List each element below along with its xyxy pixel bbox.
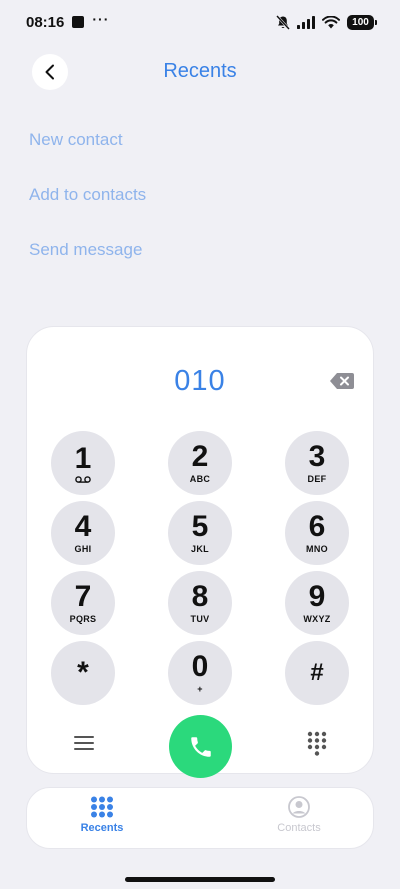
voicemail-icon bbox=[75, 475, 91, 483]
key-letters: PQRS bbox=[69, 613, 97, 624]
key-hash[interactable]: # bbox=[285, 641, 349, 705]
key-star[interactable]: * bbox=[51, 641, 115, 705]
dialer-actions bbox=[27, 715, 373, 778]
key-letters: DEF bbox=[307, 473, 327, 484]
tab-contacts-label: Contacts bbox=[277, 822, 321, 834]
add-to-contacts-link[interactable]: Add to contacts bbox=[29, 175, 146, 230]
new-contact-link[interactable]: New contact bbox=[29, 120, 146, 175]
signal-icon bbox=[297, 15, 315, 29]
key-letters: JKL bbox=[191, 543, 209, 554]
key-digit: 2 bbox=[191, 439, 209, 473]
status-left: 08:16 ··· bbox=[26, 11, 110, 31]
backspace-icon[interactable] bbox=[329, 372, 355, 390]
status-right: 100 bbox=[276, 14, 377, 30]
dialpad-toggle-icon[interactable] bbox=[306, 731, 328, 757]
key-digit: 9 bbox=[308, 579, 326, 613]
tab-recents[interactable]: Recents bbox=[52, 796, 152, 834]
header: Recents bbox=[0, 50, 400, 94]
key-letters: GHI bbox=[74, 543, 92, 554]
tab-recents-label: Recents bbox=[80, 822, 124, 834]
key-0[interactable]: 0 + bbox=[168, 641, 232, 705]
key-4[interactable]: 4 GHI bbox=[51, 501, 115, 565]
keypad-dots-icon bbox=[91, 796, 113, 818]
key-2[interactable]: 2 ABC bbox=[168, 431, 232, 495]
dialed-number: 010 bbox=[174, 365, 226, 397]
menu-icon[interactable] bbox=[73, 734, 95, 752]
notification-square-icon bbox=[72, 16, 85, 28]
key-1[interactable]: 1 bbox=[51, 431, 115, 495]
status-bar: 08:16 ··· 100 bbox=[0, 0, 400, 44]
key-8[interactable]: 8 TUV bbox=[168, 571, 232, 635]
key-7[interactable]: 7 PQRS bbox=[51, 571, 115, 635]
key-digit: 6 bbox=[308, 509, 326, 543]
key-6[interactable]: 6 MNO bbox=[285, 501, 349, 565]
key-digit: # bbox=[310, 659, 324, 686]
key-5[interactable]: 5 JKL bbox=[168, 501, 232, 565]
send-message-link[interactable]: Send message bbox=[29, 230, 146, 285]
key-digit: 7 bbox=[74, 579, 92, 613]
key-letters: WXYZ bbox=[303, 613, 331, 624]
key-digit: 1 bbox=[74, 441, 92, 475]
bottom-tab-bar: Recents Contacts bbox=[26, 787, 374, 849]
page-title: Recents bbox=[163, 60, 237, 82]
call-button[interactable] bbox=[169, 715, 232, 778]
battery-icon: 100 bbox=[347, 14, 377, 30]
home-indicator[interactable] bbox=[125, 877, 275, 882]
key-digit: 5 bbox=[191, 509, 209, 543]
keypad: 1 2 ABC 3 DEF 4 GHI 5 JKL 6 MNO 7 PQRS 8… bbox=[51, 431, 349, 705]
status-time: 08:16 bbox=[26, 13, 65, 31]
dialer-panel: 010 1 2 ABC 3 DEF 4 GHI 5 JKL 6 MNO 7 PQ… bbox=[26, 326, 374, 778]
key-digit: * bbox=[77, 656, 89, 689]
key-letters: + bbox=[197, 683, 203, 694]
key-3[interactable]: 3 DEF bbox=[285, 431, 349, 495]
key-digit: 3 bbox=[308, 439, 326, 473]
key-digit: 4 bbox=[74, 509, 92, 543]
status-more-dots: ··· bbox=[92, 11, 110, 27]
tab-contacts[interactable]: Contacts bbox=[249, 796, 349, 834]
key-digit: 0 bbox=[191, 649, 209, 683]
person-icon bbox=[288, 796, 310, 818]
phone-icon bbox=[190, 736, 211, 757]
wifi-icon bbox=[322, 15, 340, 28]
key-digit: 8 bbox=[191, 579, 209, 613]
actions-list: New contact Add to contacts Send message bbox=[29, 120, 146, 285]
key-letters: ABC bbox=[189, 473, 211, 484]
key-9[interactable]: 9 WXYZ bbox=[285, 571, 349, 635]
key-letters: MNO bbox=[306, 543, 328, 554]
mute-bell-icon bbox=[276, 14, 290, 30]
key-letters: TUV bbox=[190, 613, 210, 624]
